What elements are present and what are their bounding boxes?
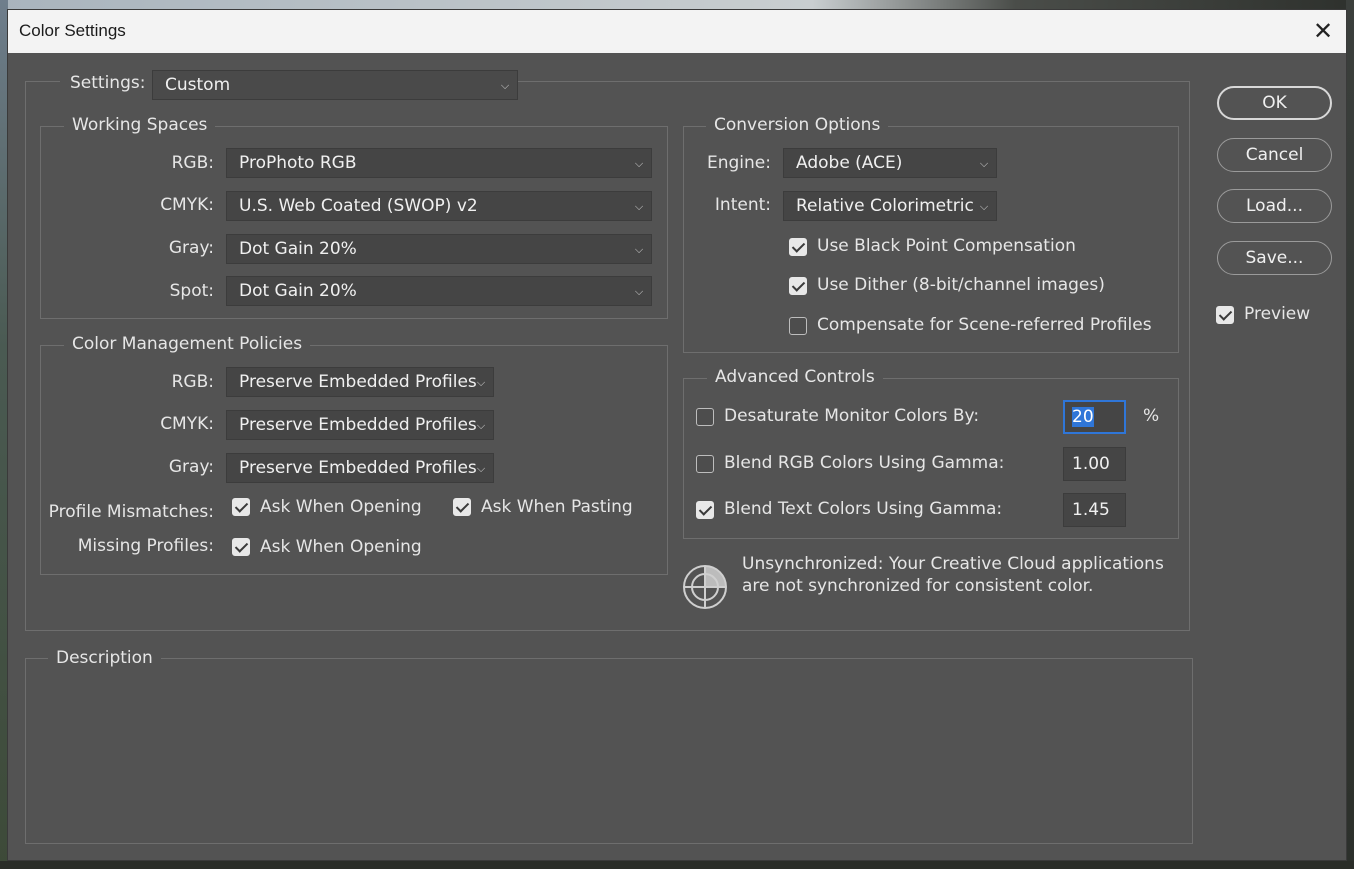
ws-gray-select[interactable]: Dot Gain 20% ⌵: [226, 234, 652, 264]
black-point-checkbox[interactable]: [789, 238, 807, 256]
cancel-button[interactable]: Cancel: [1217, 138, 1332, 172]
sync-line-2: are not synchronized for consistent colo…: [742, 576, 1094, 596]
missing-ask-opening-label[interactable]: Ask When Opening: [260, 537, 422, 557]
policy-gray-value: Preserve Embedded Profiles: [239, 458, 477, 478]
policies-title: Color Management Policies: [64, 334, 311, 354]
close-icon[interactable]: ✕: [1308, 16, 1338, 46]
blend-text-label[interactable]: Blend Text Colors Using Gamma:: [724, 499, 1002, 519]
color-settings-dialog: Color Settings ✕ Settings: Custom ⌵ Work…: [7, 9, 1347, 861]
engine-value: Adobe (ACE): [796, 153, 903, 173]
profile-mismatches-label: Profile Mismatches:: [48, 502, 214, 522]
settings-select[interactable]: Custom ⌵: [152, 70, 518, 100]
sync-target-icon: [683, 565, 727, 609]
mismatch-ask-pasting-checkbox[interactable]: [453, 498, 471, 516]
blend-text-value: 1.45: [1072, 500, 1110, 520]
blend-rgb-label[interactable]: Blend RGB Colors Using Gamma:: [724, 453, 1004, 473]
ws-gray-label: Gray:: [168, 238, 214, 258]
ok-button[interactable]: OK: [1217, 86, 1332, 120]
description-title: Description: [48, 648, 161, 668]
desaturate-value: 20: [1072, 407, 1094, 427]
dither-label[interactable]: Use Dither (8-bit/channel images): [817, 275, 1105, 295]
ws-spot-label: Spot:: [169, 281, 214, 301]
mismatch-ask-pasting-label[interactable]: Ask When Pasting: [481, 497, 633, 517]
background-right: [1346, 0, 1354, 869]
background-bottom: [0, 861, 1354, 869]
preview-label[interactable]: Preview: [1244, 304, 1310, 324]
blend-text-input[interactable]: 1.45: [1063, 493, 1126, 527]
advanced-title: Advanced Controls: [707, 367, 883, 387]
chevron-down-icon: ⌵: [634, 157, 644, 170]
window-title: Color Settings: [19, 21, 126, 40]
title-bar[interactable]: Color Settings ✕: [8, 10, 1346, 53]
description-group: [25, 658, 1193, 844]
policy-gray-label: Gray:: [168, 457, 214, 477]
save-button[interactable]: Save...: [1217, 241, 1332, 275]
settings-value: Custom: [165, 75, 231, 95]
chevron-down-icon: ⌵: [979, 200, 989, 213]
ws-gray-value: Dot Gain 20%: [239, 239, 357, 259]
intent-value: Relative Colorimetric: [796, 196, 974, 216]
missing-profiles-label: Missing Profiles:: [77, 536, 214, 556]
ws-spot-value: Dot Gain 20%: [239, 281, 357, 301]
load-button[interactable]: Load...: [1217, 189, 1332, 223]
settings-row: Settings:: [60, 70, 154, 102]
conversion-title: Conversion Options: [706, 115, 889, 135]
engine-select[interactable]: Adobe (ACE) ⌵: [783, 148, 997, 178]
sync-line-1: Unsynchronized: Your Creative Cloud appl…: [742, 554, 1164, 574]
ws-rgb-select[interactable]: ProPhoto RGB ⌵: [226, 148, 652, 178]
blend-text-checkbox[interactable]: [696, 501, 714, 519]
chevron-down-icon: ⌵: [476, 419, 486, 432]
intent-label: Intent:: [714, 195, 771, 215]
ws-cmyk-select[interactable]: U.S. Web Coated (SWOP) v2 ⌵: [226, 191, 652, 221]
black-point-label[interactable]: Use Black Point Compensation: [817, 236, 1076, 256]
missing-ask-opening-checkbox[interactable]: [232, 538, 250, 556]
working-spaces-title: Working Spaces: [64, 115, 216, 135]
policy-rgb-select[interactable]: Preserve Embedded Profiles ⌵: [226, 367, 494, 397]
ws-cmyk-value: U.S. Web Coated (SWOP) v2: [239, 196, 478, 216]
policy-cmyk-label: CMYK:: [160, 414, 214, 434]
preview-checkbox[interactable]: [1216, 306, 1234, 324]
desaturate-checkbox[interactable]: [696, 408, 714, 426]
ws-rgb-value: ProPhoto RGB: [239, 153, 357, 173]
ws-rgb-label: RGB:: [171, 153, 214, 173]
scene-referred-label[interactable]: Compensate for Scene-referred Profiles: [817, 315, 1152, 335]
chevron-down-icon: ⌵: [476, 462, 486, 475]
blend-rgb-checkbox[interactable]: [696, 455, 714, 473]
policy-rgb-label: RGB:: [171, 372, 214, 392]
chevron-down-icon: ⌵: [634, 243, 644, 256]
intent-select[interactable]: Relative Colorimetric ⌵: [783, 191, 997, 221]
desaturate-unit: %: [1143, 406, 1160, 426]
policy-cmyk-value: Preserve Embedded Profiles: [239, 415, 477, 435]
ws-cmyk-label: CMYK:: [160, 195, 214, 215]
desaturate-label[interactable]: Desaturate Monitor Colors By:: [724, 406, 979, 426]
chevron-down-icon: ⌵: [634, 285, 644, 298]
engine-label: Engine:: [707, 153, 771, 173]
mismatch-ask-opening-checkbox[interactable]: [232, 498, 250, 516]
chevron-down-icon: ⌵: [979, 157, 989, 170]
desaturate-input[interactable]: 20: [1063, 400, 1126, 434]
policy-rgb-value: Preserve Embedded Profiles: [239, 372, 477, 392]
chevron-down-icon: ⌵: [476, 376, 486, 389]
policy-gray-select[interactable]: Preserve Embedded Profiles ⌵: [226, 453, 494, 483]
scene-referred-checkbox[interactable]: [789, 317, 807, 335]
settings-label: Settings:: [70, 73, 146, 93]
blend-rgb-value: 1.00: [1072, 454, 1110, 474]
blend-rgb-input[interactable]: 1.00: [1063, 447, 1126, 481]
mismatch-ask-opening-label[interactable]: Ask When Opening: [260, 497, 422, 517]
ws-spot-select[interactable]: Dot Gain 20% ⌵: [226, 276, 652, 306]
chevron-down-icon: ⌵: [634, 200, 644, 213]
policy-cmyk-select[interactable]: Preserve Embedded Profiles ⌵: [226, 410, 494, 440]
dither-checkbox[interactable]: [789, 277, 807, 295]
chevron-down-icon: ⌵: [500, 79, 510, 92]
